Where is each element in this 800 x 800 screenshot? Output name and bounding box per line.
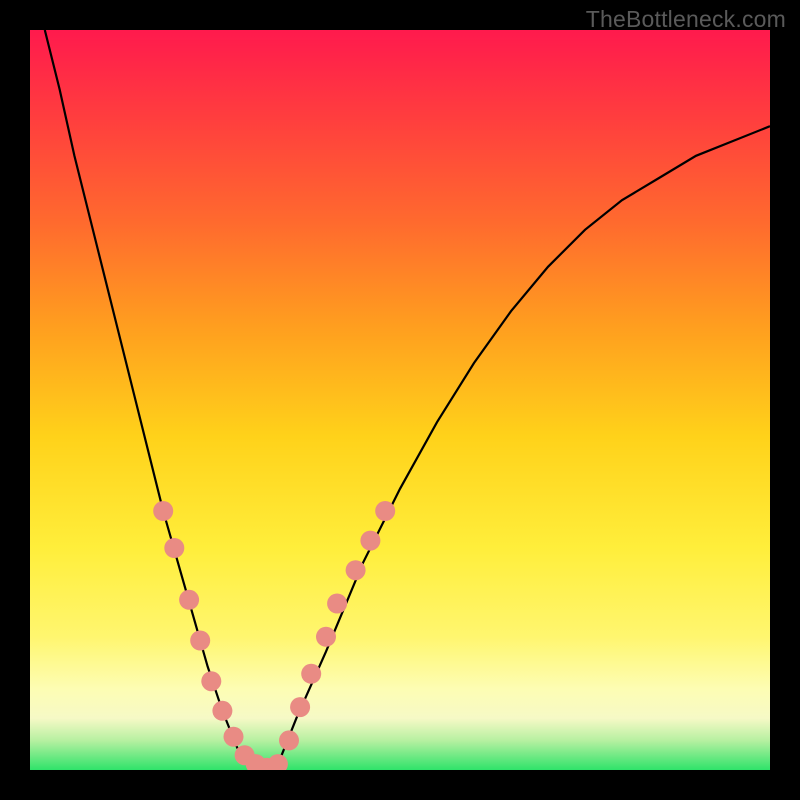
curve-marker [179,590,199,610]
curve-marker [301,664,321,684]
curve-marker [224,727,244,747]
bottleneck-curve [45,30,770,770]
curve-marker [201,671,221,691]
watermark-text: TheBottleneck.com [586,6,786,33]
curve-svg [30,30,770,770]
chart-frame: TheBottleneck.com [0,0,800,800]
curve-marker [316,627,336,647]
curve-marker [346,560,366,580]
curve-marker [279,730,299,750]
curve-marker [164,538,184,558]
curve-marker [153,501,173,521]
curve-marker [190,631,210,651]
curve-marker [212,701,232,721]
curve-marker [268,754,288,770]
curve-marker [290,697,310,717]
curve-marker [360,531,380,551]
curve-markers [153,501,395,770]
plot-area [30,30,770,770]
curve-marker [375,501,395,521]
curve-marker [327,594,347,614]
